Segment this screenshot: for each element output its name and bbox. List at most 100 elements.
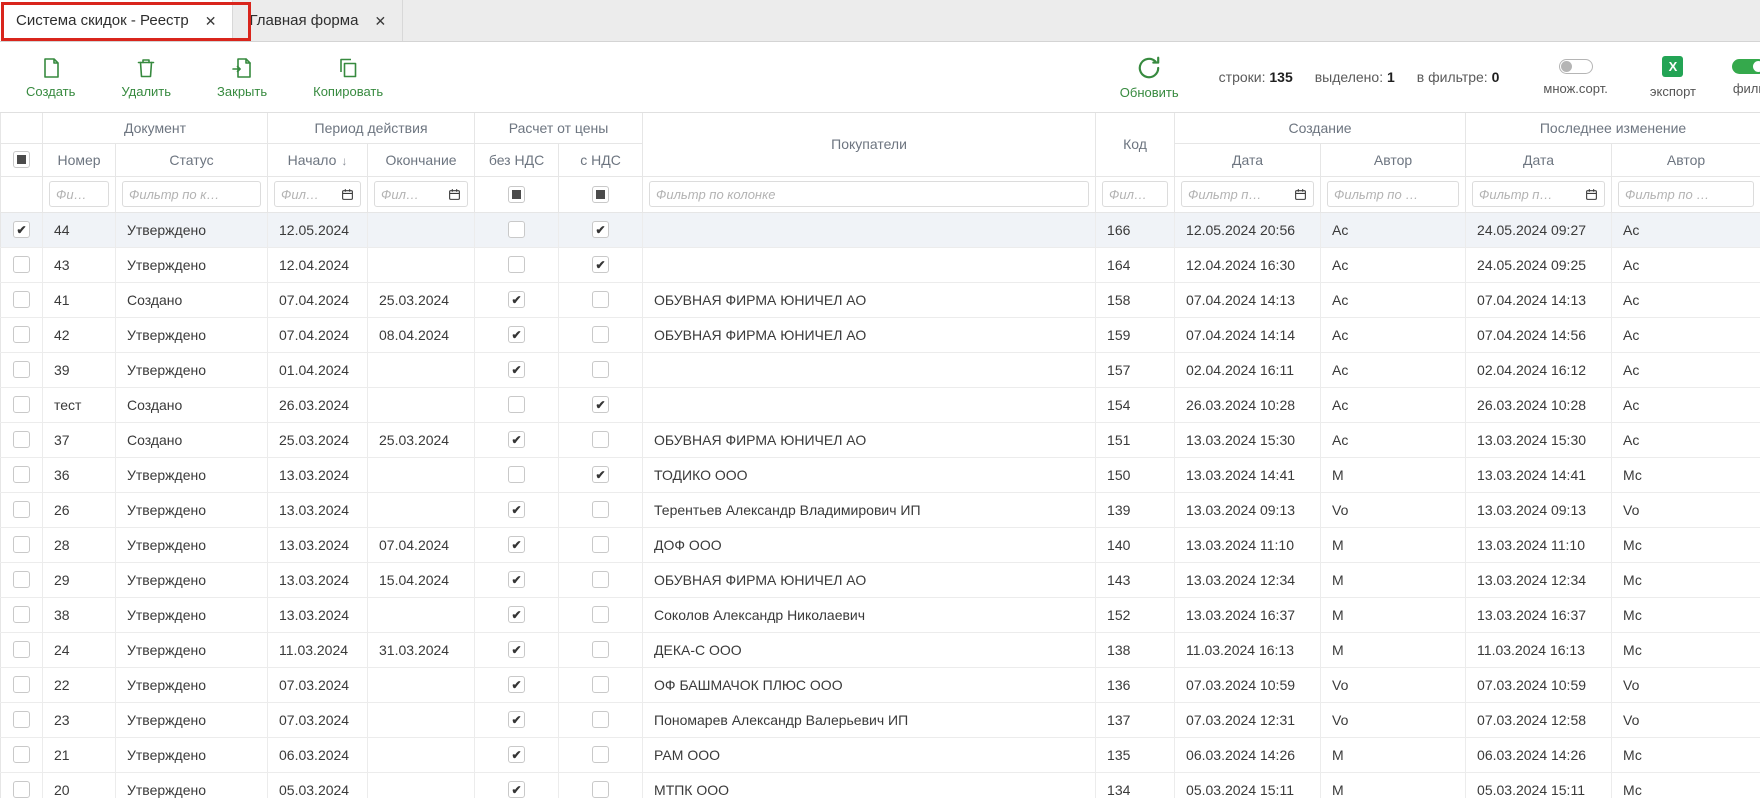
vat-checkbox[interactable] [592,711,609,728]
no-vat-checkbox[interactable] [508,711,525,728]
filter-created-date-input[interactable] [1188,187,1290,202]
no-vat-checkbox[interactable] [508,606,525,623]
table-row[interactable]: 24Утверждено11.03.202431.03.2024ДЕКА-С О… [1,632,1760,667]
row-select-checkbox[interactable] [13,641,30,658]
filter-no-vat-checkbox[interactable] [508,186,525,203]
column-header-created-author[interactable]: Автор [1321,143,1466,176]
filter-toggle-control[interactable]: филь [1732,59,1760,96]
row-select-checkbox[interactable] [13,431,30,448]
no-vat-checkbox[interactable] [508,466,525,483]
filter-start-input[interactable] [281,187,337,202]
vat-checkbox[interactable] [592,536,609,553]
calendar-icon[interactable] [1294,188,1307,201]
no-vat-checkbox[interactable] [508,326,525,343]
row-select-checkbox[interactable] [13,466,30,483]
table-row[interactable]: 39Утверждено01.04.202415702.04.2024 16:1… [1,352,1760,387]
tab-discount-registry[interactable]: Система скидок - Реестр [0,0,233,41]
table-row[interactable]: 26Утверждено13.03.2024Терентьев Александ… [1,492,1760,527]
vat-checkbox[interactable] [592,326,609,343]
filter-number-input[interactable] [56,187,102,202]
table-row[interactable]: 41Создано07.04.202425.03.2024ОБУВНАЯ ФИР… [1,282,1760,317]
close-button[interactable]: Закрыть [217,56,267,99]
vat-checkbox[interactable] [592,746,609,763]
column-header-buyers[interactable]: Покупатели [643,113,1096,176]
table-row[interactable]: 44Утверждено12.05.202416612.05.2024 20:5… [1,212,1760,247]
export-button[interactable]: X экспорт [1650,56,1696,99]
no-vat-checkbox[interactable] [508,256,525,273]
table-row[interactable]: 20Утверждено05.03.2024МТПК ООО13405.03.2… [1,772,1760,798]
create-button[interactable]: Создать [26,56,75,99]
column-header-code[interactable]: Код [1096,113,1175,176]
filter-buyers-input[interactable] [656,187,1082,202]
no-vat-checkbox[interactable] [508,746,525,763]
table-row[interactable]: 36Утверждено13.03.2024ТОДИКО ООО15013.03… [1,457,1760,492]
table-row[interactable]: 22Утверждено07.03.2024ОФ БАШМАЧОК ПЛЮС О… [1,667,1760,702]
no-vat-checkbox[interactable] [508,361,525,378]
table-row[interactable]: тестСоздано26.03.202415426.03.2024 10:28… [1,387,1760,422]
row-select-checkbox[interactable] [13,361,30,378]
column-header-no-vat[interactable]: без НДС [475,143,559,176]
table-row[interactable]: 42Утверждено07.04.202408.04.2024ОБУВНАЯ … [1,317,1760,352]
row-select-checkbox[interactable] [13,291,30,308]
table-row[interactable]: 23Утверждено07.03.2024Пономарев Александ… [1,702,1760,737]
table-row[interactable]: 43Утверждено12.04.202416412.04.2024 16:3… [1,247,1760,282]
vat-checkbox[interactable] [592,641,609,658]
vat-checkbox[interactable] [592,256,609,273]
row-select-checkbox[interactable] [13,326,30,343]
column-header-created-date[interactable]: Дата [1175,143,1321,176]
vat-checkbox[interactable] [592,221,609,238]
select-all-checkbox[interactable] [13,151,30,168]
calendar-icon[interactable] [448,188,461,201]
vat-checkbox[interactable] [592,466,609,483]
no-vat-checkbox[interactable] [508,676,525,693]
row-select-checkbox[interactable] [13,571,30,588]
column-header-number[interactable]: Номер [43,143,116,176]
no-vat-checkbox[interactable] [508,571,525,588]
calendar-icon[interactable] [1585,188,1598,201]
tab-main-form[interactable]: Главная форма [233,0,403,41]
vat-checkbox[interactable] [592,291,609,308]
row-select-checkbox[interactable] [13,606,30,623]
table-row[interactable]: 37Создано25.03.202425.03.2024ОБУВНАЯ ФИР… [1,422,1760,457]
row-select-checkbox[interactable] [13,221,30,238]
filter-end-input[interactable] [381,187,444,202]
column-header-modified-date[interactable]: Дата [1466,143,1612,176]
no-vat-checkbox[interactable] [508,221,525,238]
filter-created-author-input[interactable] [1334,187,1452,202]
no-vat-checkbox[interactable] [508,291,525,308]
vat-checkbox[interactable] [592,571,609,588]
row-select-checkbox[interactable] [13,256,30,273]
copy-button[interactable]: Копировать [313,56,383,99]
no-vat-checkbox[interactable] [508,781,525,798]
column-header-status[interactable]: Статус [116,143,268,176]
row-select-checkbox[interactable] [13,396,30,413]
filter-modified-author-input[interactable] [1625,187,1747,202]
vat-checkbox[interactable] [592,396,609,413]
no-vat-checkbox[interactable] [508,536,525,553]
column-header-end[interactable]: Окончание [368,143,475,176]
vat-checkbox[interactable] [592,606,609,623]
no-vat-checkbox[interactable] [508,501,525,518]
row-select-checkbox[interactable] [13,536,30,553]
filter-modified-date-input[interactable] [1479,187,1581,202]
vat-checkbox[interactable] [592,501,609,518]
row-select-checkbox[interactable] [13,781,30,798]
no-vat-checkbox[interactable] [508,396,525,413]
table-row[interactable]: 21Утверждено06.03.2024РАМ ООО13506.03.20… [1,737,1760,772]
multisort-toggle-control[interactable]: множ.сорт. [1543,59,1607,96]
filter-code-input[interactable] [1109,187,1161,202]
filter-status-input[interactable] [129,187,254,202]
refresh-button[interactable]: Обновить [1120,55,1179,100]
vat-checkbox[interactable] [592,781,609,798]
no-vat-checkbox[interactable] [508,641,525,658]
row-select-checkbox[interactable] [13,676,30,693]
table-row[interactable]: 29Утверждено13.03.202415.04.2024ОБУВНАЯ … [1,562,1760,597]
delete-button[interactable]: Удалить [121,56,171,99]
excel-export-icon[interactable]: X [1662,56,1683,77]
column-header-start[interactable]: Начало↓ [268,143,368,176]
table-row[interactable]: 28Утверждено13.03.202407.04.2024ДОФ ООО1… [1,527,1760,562]
column-header-vat[interactable]: с НДС [559,143,643,176]
row-select-checkbox[interactable] [13,711,30,728]
toggle-on-icon[interactable] [1732,59,1760,74]
toggle-off-icon[interactable] [1559,59,1593,74]
